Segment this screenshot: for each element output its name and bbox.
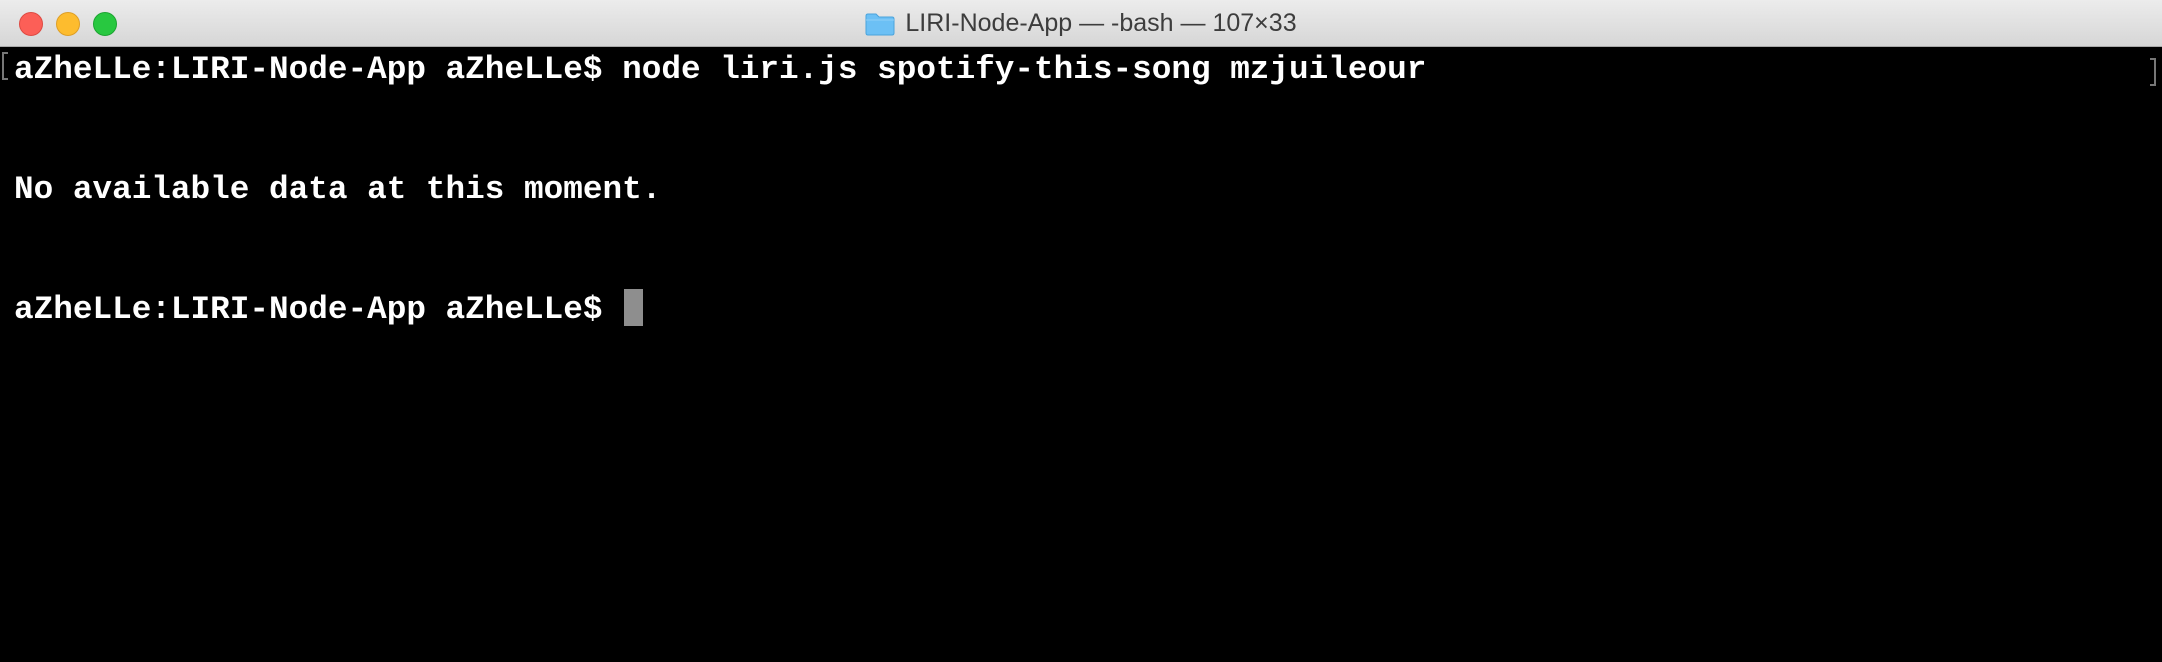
folder-icon (865, 12, 895, 36)
shell-prompt: aZheLLe:LIRI-Node-App aZheLLe$ (14, 291, 603, 328)
command-text: node liri.js spotify-this-song mzjuileou… (622, 51, 1427, 88)
terminal-window: LIRI-Node-App — -bash — 107×33 aZheLLe:L… (0, 0, 2162, 662)
title-bar[interactable]: LIRI-Node-App — -bash — 107×33 (0, 0, 2162, 47)
command-line-2[interactable]: aZheLLe:LIRI-Node-App aZheLLe$ (14, 288, 644, 330)
command-line-1: aZheLLe:LIRI-Node-App aZheLLe$ node liri… (14, 50, 1426, 90)
shell-prompt: aZheLLe:LIRI-Node-App aZheLLe$ (14, 51, 603, 88)
text-cursor (624, 288, 644, 326)
line-marker-right (2150, 58, 2156, 86)
window-title-area: LIRI-Node-App — -bash — 107×33 (0, 0, 2162, 47)
window-title: LIRI-Node-App — -bash — 107×33 (905, 9, 1297, 37)
line-marker-left (2, 52, 8, 80)
terminal-output[interactable]: aZheLLe:LIRI-Node-App aZheLLe$ node liri… (0, 47, 2162, 662)
output-line: No available data at this moment. (14, 171, 662, 208)
